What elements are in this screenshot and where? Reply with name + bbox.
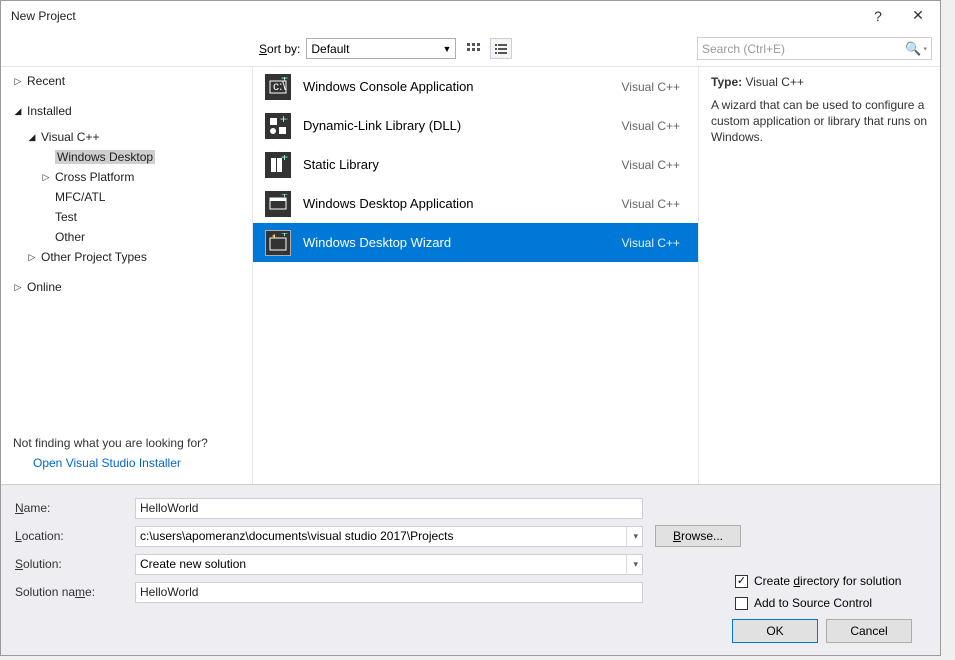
- name-label: Name:: [15, 501, 135, 515]
- tree-item-online[interactable]: ▷ Online: [13, 277, 244, 297]
- solution-name-label: Solution name:: [15, 585, 135, 599]
- template-name: Dynamic-Link Library (DLL): [303, 118, 610, 133]
- console-app-icon: c:\++: [265, 74, 291, 100]
- svg-text:++: ++: [281, 194, 288, 201]
- tree-item-other-project-types[interactable]: ▷ Other Project Types: [13, 247, 244, 267]
- template-lang: Visual C++: [622, 119, 686, 133]
- cancel-button[interactable]: Cancel: [826, 619, 912, 643]
- svg-text:++: ++: [281, 155, 288, 164]
- desktop-app-icon: ++: [265, 191, 291, 217]
- close-button[interactable]: ✕: [898, 2, 938, 30]
- solution-label: Solution:: [15, 557, 135, 571]
- titlebar[interactable]: New Project ? ✕: [1, 1, 940, 31]
- template-lang: Visual C++: [622, 80, 686, 94]
- template-name: Windows Desktop Application: [303, 196, 610, 211]
- template-item-selected[interactable]: ++ Windows Desktop Wizard Visual C++: [253, 223, 698, 262]
- dialog-footer: OK Cancel: [15, 607, 926, 655]
- category-tree: ▷ Recent ◢ Installed ◢ Visual C++ ▷ Wind…: [13, 71, 244, 430]
- tree-item-cross-platform[interactable]: ▷ Cross Platform: [13, 167, 244, 187]
- location-label: Location:: [15, 529, 135, 543]
- help-button[interactable]: ?: [858, 2, 898, 30]
- tree-item-installed[interactable]: ◢ Installed: [13, 101, 244, 121]
- main-area: ▷ Recent ◢ Installed ◢ Visual C++ ▷ Wind…: [1, 66, 940, 484]
- tree-item-recent[interactable]: ▷ Recent: [13, 71, 244, 91]
- tree-item-visual-cpp[interactable]: ◢ Visual C++: [13, 127, 244, 147]
- chevron-down-icon[interactable]: ▾: [626, 527, 638, 546]
- solution-combo[interactable]: Create new solution ▾: [135, 554, 643, 575]
- tree-item-other[interactable]: ▷ Other: [13, 227, 244, 247]
- search-placeholder: Search (Ctrl+E): [702, 42, 905, 56]
- type-label: Type:: [711, 75, 742, 89]
- chevron-down-icon: ▾: [923, 45, 927, 53]
- new-project-dialog: New Project ? ✕ Sort by: Default ▼ Searc…: [0, 0, 941, 656]
- details-view-button[interactable]: [490, 38, 512, 59]
- template-name: Static Library: [303, 157, 610, 172]
- template-item[interactable]: ++ Windows Desktop Application Visual C+…: [253, 184, 698, 223]
- template-item[interactable]: c:\++ Windows Console Application Visual…: [253, 67, 698, 106]
- type-value: Visual C++: [745, 75, 803, 89]
- dialog-title: New Project: [11, 9, 858, 23]
- sidebar-footer: Not finding what you are looking for? Op…: [13, 430, 244, 476]
- type-row: Type: Visual C++: [711, 75, 928, 89]
- collapse-icon: ◢: [27, 132, 37, 143]
- svg-text:++: ++: [280, 116, 288, 126]
- template-item[interactable]: ++ Dynamic-Link Library (DLL) Visual C++: [253, 106, 698, 145]
- toolbar: Sort by: Default ▼ Search (Ctrl+E) 🔍 ▾: [1, 31, 940, 66]
- tree-item-mfc-atl[interactable]: ▷ MFC/ATL: [13, 187, 244, 207]
- template-lang: Visual C++: [622, 158, 686, 172]
- svg-text:++: ++: [281, 233, 288, 240]
- static-lib-icon: ++: [265, 152, 291, 178]
- svg-text:++: ++: [281, 77, 288, 85]
- solution-name-input[interactable]: HelloWorld: [135, 582, 643, 603]
- small-icons-view-button[interactable]: [462, 38, 484, 59]
- template-name: Windows Desktop Wizard: [303, 235, 610, 250]
- location-input[interactable]: c:\users\apomeranz\documents\visual stud…: [135, 526, 643, 547]
- collapse-icon: ◢: [13, 106, 23, 117]
- chevron-down-icon: ▼: [442, 44, 451, 54]
- form-area: Name: HelloWorld Location: c:\users\apom…: [1, 484, 940, 655]
- ok-button[interactable]: OK: [732, 619, 818, 643]
- sort-by-combo[interactable]: Default ▼: [306, 38, 456, 59]
- search-icon[interactable]: 🔍: [905, 41, 921, 57]
- expand-icon: ▷: [27, 252, 37, 263]
- name-input[interactable]: HelloWorld: [135, 498, 643, 519]
- sort-by-label: Sort by:: [259, 42, 300, 56]
- expand-icon: ▷: [13, 282, 23, 293]
- chevron-down-icon[interactable]: ▾: [626, 555, 638, 574]
- expand-icon: ▷: [13, 76, 23, 87]
- checkbox-unchecked-icon: [735, 597, 748, 610]
- open-installer-link[interactable]: Open Visual Studio Installer: [13, 456, 240, 470]
- search-input[interactable]: Search (Ctrl+E) 🔍 ▾: [697, 37, 932, 60]
- template-lang: Visual C++: [622, 197, 686, 211]
- browse-button[interactable]: Browse...: [655, 525, 741, 547]
- expand-icon: ▷: [41, 172, 51, 183]
- wizard-icon: ++: [265, 230, 291, 256]
- source-control-checkbox[interactable]: Add to Source Control: [735, 592, 901, 614]
- tree-item-windows-desktop[interactable]: ▷ Windows Desktop: [13, 147, 244, 167]
- template-item[interactable]: ++ Static Library Visual C++: [253, 145, 698, 184]
- tree-item-test[interactable]: ▷ Test: [13, 207, 244, 227]
- create-directory-checkbox[interactable]: ✓ Create directory for solution: [735, 570, 901, 592]
- checkbox-checked-icon: ✓: [735, 575, 748, 588]
- sidebar: ▷ Recent ◢ Installed ◢ Visual C++ ▷ Wind…: [1, 67, 253, 484]
- not-finding-label: Not finding what you are looking for?: [13, 436, 240, 450]
- template-name: Windows Console Application: [303, 79, 610, 94]
- description-pane: Type: Visual C++ A wizard that can be us…: [698, 67, 940, 484]
- template-description: A wizard that can be used to configure a…: [711, 97, 928, 146]
- sort-by-value: Default: [311, 42, 349, 56]
- template-lang: Visual C++: [622, 236, 686, 250]
- template-list: c:\++ Windows Console Application Visual…: [253, 67, 698, 484]
- dll-icon: ++: [265, 113, 291, 139]
